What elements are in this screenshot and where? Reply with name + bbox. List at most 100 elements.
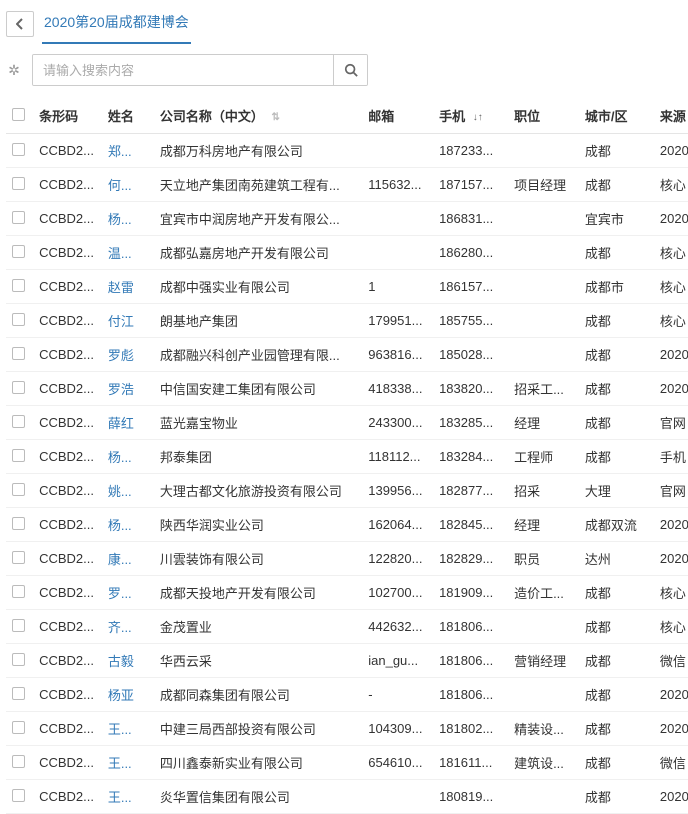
cell-position <box>508 236 579 270</box>
row-checkbox[interactable] <box>12 143 25 156</box>
cell-barcode: CCBD2... <box>33 202 102 236</box>
cell-name-link[interactable]: 郑... <box>102 134 154 168</box>
column-header-name[interactable]: 姓名 <box>102 98 154 134</box>
table-row[interactable]: CCBD2...王...炎华置信集团有限公司180819...成都2020 <box>6 780 688 814</box>
cell-barcode: CCBD2... <box>33 678 102 712</box>
cell-position: 项目经理 <box>508 168 579 202</box>
cell-name-link[interactable]: 罗浩 <box>102 372 154 406</box>
row-checkbox[interactable] <box>12 653 25 666</box>
table-row[interactable]: CCBD2...杨...邦泰集团118112...183284...工程师成都手… <box>6 440 688 474</box>
row-checkbox[interactable] <box>12 619 25 632</box>
table-row[interactable]: CCBD2...何...天立地产集团南苑建筑工程有...115632...187… <box>6 168 688 202</box>
cell-name-link[interactable]: 杨亚 <box>102 678 154 712</box>
table-row[interactable]: CCBD2...杨...宜宾市中润房地产开发有限公...186831...宜宾市… <box>6 202 688 236</box>
cell-name-link[interactable]: 王... <box>102 712 154 746</box>
cell-source: 2020 <box>654 508 688 542</box>
table-row[interactable]: CCBD2...罗浩中信国安建工集团有限公司418338...183820...… <box>6 372 688 406</box>
table-row[interactable]: CCBD2...姚...大理古都文化旅游投资有限公司139956...18287… <box>6 474 688 508</box>
column-header-phone[interactable]: 手机 ↓↑ <box>433 98 508 134</box>
row-checkbox[interactable] <box>12 211 25 224</box>
cell-name-link[interactable]: 齐... <box>102 610 154 644</box>
table-row[interactable]: CCBD2...郑...成都万科房地产有限公司187233...成都2020 <box>6 134 688 168</box>
cell-name-link[interactable]: 杨... <box>102 508 154 542</box>
table-row[interactable]: CCBD2...杨...陕西华润实业公司162064...182845...经理… <box>6 508 688 542</box>
cell-company: 大理古都文化旅游投资有限公司 <box>154 474 362 508</box>
cell-name-link[interactable]: 罗... <box>102 576 154 610</box>
cell-name-link[interactable]: 赵雷 <box>102 270 154 304</box>
row-checkbox[interactable] <box>12 721 25 734</box>
select-all-checkbox[interactable] <box>12 108 25 121</box>
cell-phone: 182829... <box>433 542 508 576</box>
row-checkbox[interactable] <box>12 483 25 496</box>
table-row[interactable]: CCBD2...温...成都弘嘉房地产开发有限公司186280...成都核心 <box>6 236 688 270</box>
cell-phone: 187233... <box>433 134 508 168</box>
cell-city: 成都 <box>579 712 654 746</box>
row-checkbox[interactable] <box>12 381 25 394</box>
row-checkbox[interactable] <box>12 449 25 462</box>
column-header-company[interactable]: 公司名称（中文） ⇅ <box>154 98 362 134</box>
cell-barcode: CCBD2... <box>33 780 102 814</box>
cell-position <box>508 610 579 644</box>
table-row[interactable]: CCBD2...罗彪成都融兴科创产业园管理有限...963816...18502… <box>6 338 688 372</box>
table-row[interactable]: CCBD2...古毅华西云采ian_gu...181806...营销经理成都微信 <box>6 644 688 678</box>
cell-source: 核心 <box>654 304 688 338</box>
cell-source: 2020 <box>654 372 688 406</box>
cell-name-link[interactable]: 王... <box>102 746 154 780</box>
row-checkbox[interactable] <box>12 687 25 700</box>
cell-source: 2020 <box>654 678 688 712</box>
row-checkbox[interactable] <box>12 585 25 598</box>
cell-barcode: CCBD2... <box>33 338 102 372</box>
table-row[interactable]: CCBD2...薛红蓝光嘉宝物业243300...183285...经理成都官网 <box>6 406 688 440</box>
cell-name-link[interactable]: 薛红 <box>102 406 154 440</box>
table-row[interactable]: CCBD2...王...四川鑫泰新实业有限公司654610...181611..… <box>6 746 688 780</box>
column-header-city[interactable]: 城市/区 <box>579 98 654 134</box>
table-row[interactable]: CCBD2...付江朗基地产集团179951...185755...成都核心 <box>6 304 688 338</box>
row-checkbox[interactable] <box>12 313 25 326</box>
row-checkbox[interactable] <box>12 789 25 802</box>
gear-icon[interactable]: ✲ <box>6 62 22 79</box>
row-checkbox[interactable] <box>12 245 25 258</box>
cell-name-link[interactable]: 康... <box>102 542 154 576</box>
cell-phone: 182877... <box>433 474 508 508</box>
column-header-position[interactable]: 职位 <box>508 98 579 134</box>
cell-position: 精装设... <box>508 712 579 746</box>
column-header-barcode[interactable]: 条形码 <box>33 98 102 134</box>
row-checkbox[interactable] <box>12 279 25 292</box>
table-row[interactable]: CCBD2...罗...成都天投地产开发有限公司102700...181909.… <box>6 576 688 610</box>
cell-name-link[interactable]: 罗彪 <box>102 338 154 372</box>
search-button[interactable] <box>333 55 367 85</box>
row-checkbox[interactable] <box>12 755 25 768</box>
column-header-source[interactable]: 来源 <box>654 98 688 134</box>
table-row[interactable]: CCBD2...赵雷成都中强实业有限公司1186157...成都市核心 <box>6 270 688 304</box>
cell-name-link[interactable]: 杨... <box>102 202 154 236</box>
row-checkbox[interactable] <box>12 177 25 190</box>
cell-company: 蓝光嘉宝物业 <box>154 406 362 440</box>
cell-name-link[interactable]: 何... <box>102 168 154 202</box>
cell-name-link[interactable]: 姚... <box>102 474 154 508</box>
column-header-email[interactable]: 邮箱 <box>362 98 433 134</box>
cell-source: 官网 <box>654 406 688 440</box>
table-row[interactable]: CCBD2...王...中建三局西部投资有限公司104309...181802.… <box>6 712 688 746</box>
data-table: 条形码 姓名 公司名称（中文） ⇅ 邮箱 手机 ↓↑ 职位 城市/区 来源 CC… <box>6 98 688 814</box>
cell-company: 中信国安建工集团有限公司 <box>154 372 362 406</box>
row-checkbox[interactable] <box>12 415 25 428</box>
cell-name-link[interactable]: 温... <box>102 236 154 270</box>
tab-active[interactable]: 2020第20届成都建博会 <box>42 4 191 44</box>
cell-name-link[interactable]: 杨... <box>102 440 154 474</box>
cell-name-link[interactable]: 王... <box>102 780 154 814</box>
search-input[interactable] <box>33 55 333 85</box>
cell-position <box>508 304 579 338</box>
cell-name-link[interactable]: 付江 <box>102 304 154 338</box>
cell-phone: 180819... <box>433 780 508 814</box>
back-button[interactable] <box>6 11 34 37</box>
cell-name-link[interactable]: 古毅 <box>102 644 154 678</box>
table-row[interactable]: CCBD2...杨亚成都同森集团有限公司-181806...成都2020 <box>6 678 688 712</box>
row-checkbox[interactable] <box>12 517 25 530</box>
cell-phone: 186831... <box>433 202 508 236</box>
cell-barcode: CCBD2... <box>33 542 102 576</box>
table-row[interactable]: CCBD2...齐...金茂置业442632...181806...成都核心 <box>6 610 688 644</box>
table-row[interactable]: CCBD2...康...川雲装饰有限公司122820...182829...职员… <box>6 542 688 576</box>
cell-position: 职员 <box>508 542 579 576</box>
row-checkbox[interactable] <box>12 551 25 564</box>
row-checkbox[interactable] <box>12 347 25 360</box>
